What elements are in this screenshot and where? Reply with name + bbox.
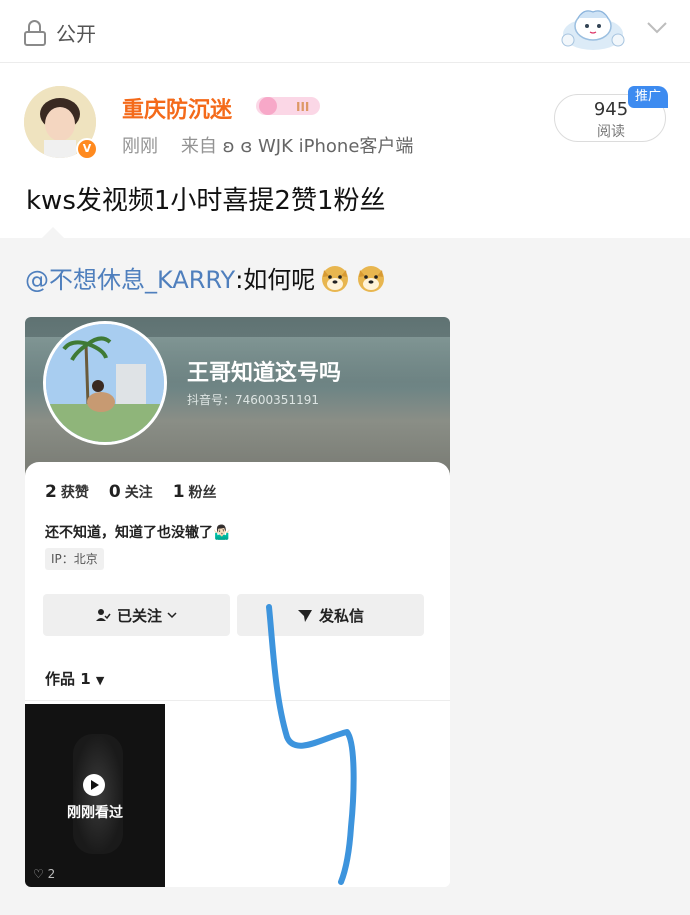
user-check-icon: [95, 609, 111, 621]
mention-link[interactable]: @不想休息_KARRY: [25, 260, 235, 295]
caret-down-icon: ▼: [95, 674, 105, 687]
post-text: kws发视频1小时喜提2赞1粉丝: [26, 186, 386, 216]
author-name[interactable]: 重庆防沉迷: [122, 92, 232, 124]
read-label: 阅读: [597, 124, 625, 140]
post-time: 刚刚: [122, 136, 158, 157]
video-thumbnail[interactable]: 刚刚看过 ♡ 2: [25, 704, 165, 887]
profile-avatar: [43, 321, 167, 445]
doge-emoji-icon: [322, 265, 349, 292]
visibility-label: 公开: [56, 22, 96, 46]
send-message-button[interactable]: 发私信: [237, 594, 424, 636]
stat-followers[interactable]: 1 粉丝: [173, 482, 217, 502]
profile-bio: 还不知道，知道了也没辙了🤷🏻‍♂️: [45, 525, 231, 541]
post-meta: 刚刚 来自 ʚ ɞ WJK iPhone客户端: [122, 132, 413, 158]
profile-stats: 2 获赞 0 关注 1 粉丝: [45, 482, 237, 502]
following-button[interactable]: 已关注: [43, 594, 230, 636]
stat-likes[interactable]: 2 获赞: [45, 482, 89, 502]
works-tab[interactable]: 作品 1 ▼: [45, 668, 104, 689]
vip-badge-icon: III: [256, 97, 320, 115]
video-likes: ♡ 2: [33, 867, 56, 881]
doge-emoji-icon: [358, 265, 385, 292]
douyin-id: 抖音号：74600351191: [187, 393, 319, 407]
profile-panel: 2 获赞 0 关注 1 粉丝 还不知道，知道了也没辙了🤷🏻‍♂️ IP：北京 已关注: [25, 462, 450, 887]
verified-badge-icon: V: [76, 138, 98, 160]
visibility-toggle[interactable]: 公开: [24, 18, 96, 47]
send-icon: [297, 610, 312, 622]
profile-name: 王哥知道这号吗: [187, 361, 342, 386]
lock-open-icon: [24, 19, 46, 46]
source-prefix: 来自: [180, 136, 217, 157]
repost-text: :如何呢: [235, 266, 316, 294]
chevron-down-icon: [167, 612, 177, 619]
repost-card[interactable]: @不想休息_KARRY :如何呢 王哥知道这号吗 抖音号：74600351191…: [0, 227, 690, 915]
stat-following[interactable]: 0 关注: [109, 482, 153, 502]
chevron-down-icon[interactable]: [646, 20, 668, 36]
ip-location-badge: IP：北京: [45, 548, 104, 570]
promo-tag[interactable]: 推广: [628, 86, 668, 108]
douyin-profile-screenshot[interactable]: 王哥知道这号吗 抖音号：74600351191 2 获赞 0 关注 1 粉丝 还不知道…: [25, 317, 450, 887]
vip-level: III: [296, 100, 309, 114]
top-bar: 公开: [0, 0, 690, 62]
divider: [0, 62, 690, 63]
cartoon-mascot-sticker: [561, 10, 625, 50]
play-icon: [83, 774, 105, 796]
post-source[interactable]: ʚ ɞ WJK iPhone客户端: [223, 136, 414, 157]
recently-watched-label: 刚刚看过: [67, 805, 123, 821]
repost-header: @不想休息_KARRY :如何呢: [25, 260, 387, 295]
